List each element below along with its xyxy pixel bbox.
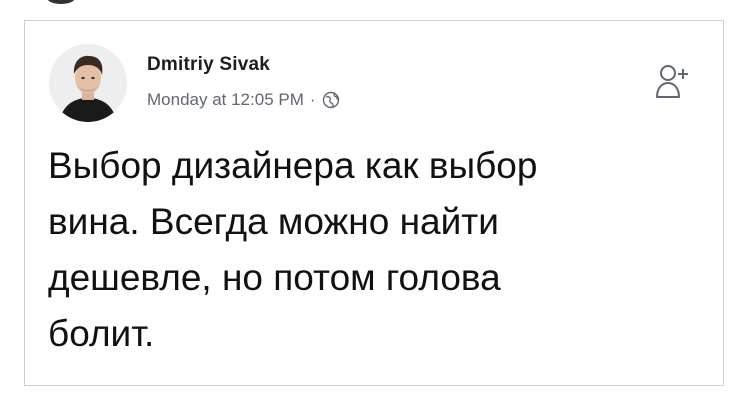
top-edge-shape bbox=[47, 0, 75, 4]
globe-icon[interactable] bbox=[322, 91, 340, 109]
post-meta: Monday at 12:05 PM · bbox=[147, 90, 340, 110]
post-text: Выбор дизайнера как выбор вина. Всегда м… bbox=[48, 145, 538, 354]
author-name[interactable]: Dmitriy Sivak bbox=[147, 54, 270, 76]
post-card: Dmitriy Sivak Monday at 12:05 PM · Выбор… bbox=[24, 20, 724, 386]
avatar[interactable] bbox=[49, 44, 127, 122]
add-friend-icon[interactable] bbox=[655, 63, 691, 101]
post-timestamp[interactable]: Monday at 12:05 PM bbox=[147, 90, 304, 110]
avatar-image bbox=[49, 44, 127, 122]
meta-separator: · bbox=[309, 90, 316, 109]
page: Dmitriy Sivak Monday at 12:05 PM · Выбор… bbox=[0, 0, 750, 406]
